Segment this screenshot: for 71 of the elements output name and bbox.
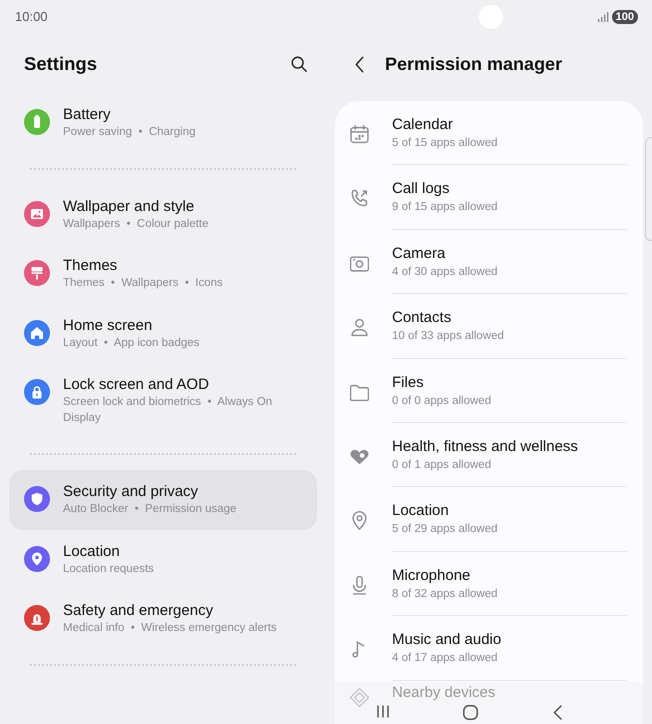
calendar-icon (350, 125, 369, 144)
battery-level: 100 (612, 10, 638, 24)
settings-item[interactable]: Security and privacy Auto Blocker • Permission usage (9, 470, 317, 530)
item-subtitle: Auto Blocker • Permission usage (63, 502, 236, 517)
permission-item[interactable]: Camera 4 of 30 apps allowed (335, 230, 643, 294)
settings-item[interactable]: Wallpaper and style Wallpapers • Colour palette (9, 184, 317, 244)
settings-item[interactable]: Safety and emergency Medical info • Wireless emergency alerts (9, 589, 317, 648)
camera-icon (350, 254, 369, 273)
permission-name: Files (392, 372, 424, 393)
permission-summary: 5 of 29 apps allowed (392, 522, 498, 538)
item-subtitle: Themes • Wallpapers • Icons (63, 276, 223, 291)
back-icon (552, 705, 562, 720)
settings-item[interactable]: Battery Power saving • Charging (9, 93, 317, 152)
permission-summary: 10 of 33 apps allowed (392, 329, 504, 344)
phone-arrows-icon (350, 189, 369, 208)
permission-item[interactable]: Health, fitness and wellness 0 of 1 apps allowed (335, 422, 643, 488)
permission-name: Microphone (392, 566, 470, 586)
microphone-icon (350, 576, 369, 595)
item-title: Location (63, 542, 120, 562)
item-title: Wallpaper and style (63, 196, 194, 216)
item-subtitle: Layout • App icon badges (63, 336, 200, 350)
signal-icon (598, 12, 609, 22)
permission-name: Music and audio (392, 630, 502, 650)
recent-apps-icon (377, 705, 389, 718)
back-icon (354, 56, 364, 72)
settings-item[interactable]: Location Location requests (9, 530, 317, 589)
scrollbar-handle[interactable] (645, 137, 652, 241)
permission-summary: 0 of 0 apps allowed (392, 394, 492, 409)
settings-item[interactable]: Lock screen and AOD Screen lock and biometrics • Always On Display (9, 363, 317, 438)
permission-summary: 8 of 32 apps allowed (392, 586, 498, 602)
permission-summary: 0 of 1 apps allowed (392, 458, 492, 473)
item-subtitle: Screen lock and biometrics • Always On Display (63, 395, 274, 426)
permission-item[interactable]: Microphone 8 of 32 apps allowed (335, 552, 643, 616)
item-subtitle: Medical info • Wireless emergency alerts (63, 621, 277, 636)
search-icon (290, 54, 308, 72)
permission-item[interactable]: Files 0 of 0 apps allowed (335, 358, 643, 423)
permission-name: Call logs (392, 179, 450, 200)
permission-name: Camera (392, 244, 446, 264)
permission-name: Nearby devices (392, 682, 496, 703)
item-subtitle: Location requests (63, 562, 154, 576)
permission-item[interactable]: Call logs 9 of 15 apps allowed (335, 165, 643, 230)
permission-name: Location (392, 501, 449, 522)
item-title: Home screen (63, 316, 152, 336)
person-icon (350, 318, 369, 338)
item-title: Battery (63, 105, 111, 125)
permission-name: Calendar (392, 115, 453, 135)
permission-item[interactable]: Location 5 of 29 apps allowed (335, 487, 643, 552)
item-title: Lock screen and AOD (63, 375, 209, 395)
settings-item[interactable]: Home screen Layout • App icon badges (9, 304, 317, 363)
location-pin-icon (350, 511, 369, 530)
permission-summary: 9 of 15 apps allowed (392, 200, 498, 216)
item-title: Security and privacy (63, 482, 198, 502)
item-subtitle: Power saving • Charging (63, 125, 196, 140)
permission-name: Contacts (392, 308, 452, 328)
diamond-icon (350, 688, 369, 707)
permission-item[interactable]: Contacts 10 of 33 apps allowed (335, 294, 643, 359)
permission-item[interactable]: Music and audio 4 of 17 apps allowed (335, 616, 643, 681)
permission-summary: 4 of 17 apps allowed (392, 651, 498, 666)
permission-item[interactable]: Calendar 5 of 15 apps allowed (335, 101, 643, 166)
page-title: Settings (24, 52, 97, 76)
item-subtitle: Wallpapers • Colour palette (63, 216, 209, 232)
permission-name: Health, fitness and wellness (392, 436, 578, 457)
home-icon (462, 705, 478, 720)
status-time: 10:00 (15, 8, 48, 26)
permission-summary: 5 of 15 apps allowed (392, 136, 498, 151)
page-title: Permission manager (385, 52, 562, 76)
settings-item[interactable]: Themes Themes • Wallpapers • Icons (9, 244, 317, 304)
folder-icon (350, 382, 369, 402)
permission-summary: 4 of 30 apps allowed (392, 264, 498, 280)
item-title: Safety and emergency (63, 601, 214, 621)
item-title: Themes (63, 256, 118, 276)
